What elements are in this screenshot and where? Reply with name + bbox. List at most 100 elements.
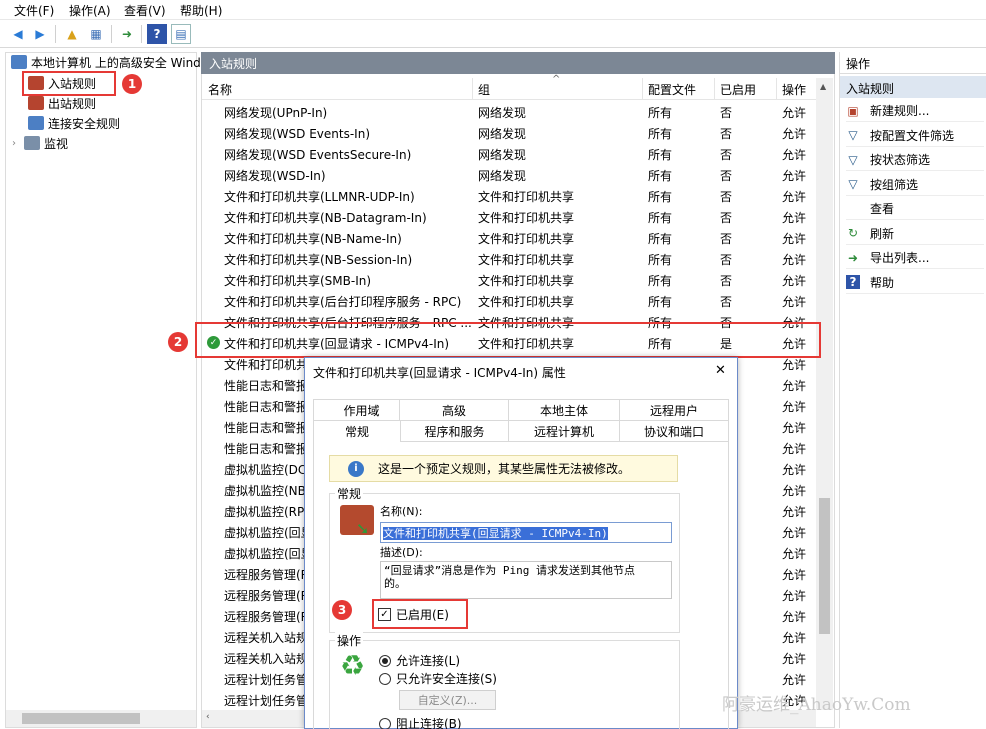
rule-name: 文件和打印机共享(SMB-In) xyxy=(224,274,372,288)
table-row[interactable]: 网络发现(WSD Events-In) 网络发现 所有 否 允许 xyxy=(202,122,816,143)
customize-button[interactable]: 自定义(Z)... xyxy=(399,690,496,710)
radio-secure[interactable]: 只允许安全连接(S) xyxy=(379,670,497,687)
table-row[interactable]: 文件和打印机共享(NB-Session-In) 文件和打印机共享 所有 否 允许 xyxy=(202,248,816,269)
tab-programs-services[interactable]: 程序和服务 xyxy=(400,420,509,442)
action-label: 按配置文件筛选 xyxy=(870,128,955,143)
menu-view[interactable]: 查看(V) xyxy=(124,2,166,19)
action-filter-profile[interactable]: ▽ 按配置文件筛选 xyxy=(846,125,984,147)
rule-profile: 所有 xyxy=(648,190,673,204)
rule-action: 允许 xyxy=(782,232,807,246)
radio-allow-label: 允许连接(L) xyxy=(396,654,461,668)
export-icon: ➜ xyxy=(847,250,859,265)
table-row[interactable]: 文件和打印机共享(SMB-In) 文件和打印机共享 所有 否 允许 xyxy=(202,269,816,290)
rule-action: 允许 xyxy=(782,211,807,225)
up-folder-icon[interactable]: ▲ xyxy=(62,24,82,44)
menu-help[interactable]: 帮助(H) xyxy=(180,2,222,19)
tree-item-outbound-rules[interactable]: 出站规则 xyxy=(28,93,96,113)
action-filter-group[interactable]: ▽ 按组筛选 xyxy=(846,174,984,196)
panel-title: 入站规则 xyxy=(201,52,835,74)
actions-title: 操作 xyxy=(840,52,986,74)
rule-group: 文件和打印机共享 xyxy=(478,190,575,204)
action-export-list[interactable]: ➜ 导出列表... xyxy=(846,247,984,269)
filter-icon: ▽ xyxy=(848,128,858,142)
rule-name: 文件和打印机共享(NB-Name-In) xyxy=(224,232,402,246)
outbound-rules-icon xyxy=(28,96,44,110)
rule-profile: 所有 xyxy=(648,148,673,162)
show-action-pane-icon[interactable]: ▤ xyxy=(171,24,191,44)
action-help[interactable]: ? 帮助 xyxy=(846,272,984,294)
expand-chevron-icon[interactable]: › xyxy=(12,138,24,149)
description-field[interactable]: “回显请求”消息是作为 Ping 请求发送到其他节点的。 xyxy=(380,561,672,599)
action-label: 查看 xyxy=(870,202,895,216)
show-tree-icon[interactable]: ▦ xyxy=(86,24,106,44)
monitor-icon xyxy=(24,136,40,150)
toolbar: ◀ ▶ ▲ ▦ ➜ ? ▤ xyxy=(0,20,986,48)
tab-local-principals[interactable]: 本地主体 xyxy=(508,399,620,421)
actions-section-inbound[interactable]: 入站规则 xyxy=(840,76,986,98)
tab-general[interactable]: 常规 xyxy=(313,420,401,442)
tab-remote-users[interactable]: 远程用户 xyxy=(619,399,729,421)
filter-icon: ▽ xyxy=(848,177,858,191)
tree-root[interactable]: 本地计算机 上的高级安全 Windows xyxy=(11,52,201,72)
action-filter-state[interactable]: ▽ 按状态筛选 xyxy=(846,149,984,171)
tab-protocols-ports[interactable]: 协议和端口 xyxy=(619,420,729,442)
column-action[interactable]: 操作 xyxy=(782,81,806,98)
name-field[interactable]: 文件和打印机共享(回显请求 - ICMPv4-In) xyxy=(380,522,672,543)
rule-name: 网络发现(UPnP-In) xyxy=(224,106,328,120)
tree-item-connection-security[interactable]: 连接安全规则 xyxy=(28,113,120,133)
rule-action: 允许 xyxy=(782,421,807,435)
tab-advanced[interactable]: 高级 xyxy=(399,399,509,421)
rule-profile: 所有 xyxy=(648,127,673,141)
rule-enabled: 否 xyxy=(720,211,733,225)
export-icon[interactable]: ➜ xyxy=(117,24,137,44)
menu-file[interactable]: 文件(F) xyxy=(14,2,54,19)
forward-arrow-icon[interactable]: ▶ xyxy=(30,24,50,44)
vertical-scrollbar[interactable]: ▲ xyxy=(816,78,833,710)
tab-scope[interactable]: 作用域 xyxy=(313,399,410,421)
tree-item-label: 连接安全规则 xyxy=(48,116,121,131)
rule-action: 允许 xyxy=(782,190,807,204)
action-new-rule[interactable]: ▣ 新建规则... xyxy=(846,100,984,122)
action-refresh[interactable]: ↻ 刷新 xyxy=(846,223,984,245)
tree-item-monitor[interactable]: › 监视 xyxy=(12,133,68,153)
radio-block[interactable]: 阻止连接(B) xyxy=(379,718,462,729)
table-row[interactable]: 网络发现(WSD EventsSecure-In) 网络发现 所有 否 允许 xyxy=(202,143,816,164)
table-row[interactable]: 文件和打印机共享(LLMNR-UDP-In) 文件和打印机共享 所有 否 允许 xyxy=(202,185,816,206)
table-row[interactable]: 网络发现(WSD-In) 网络发现 所有 否 允许 xyxy=(202,164,816,185)
radio-secure-label: 只允许安全连接(S) xyxy=(396,672,497,686)
rule-action: 允许 xyxy=(782,400,807,414)
column-enabled[interactable]: 已启用 xyxy=(720,81,756,98)
column-name[interactable]: 名称 xyxy=(208,81,232,98)
column-group[interactable]: 组 xyxy=(478,81,490,98)
general-group-label: 常规 xyxy=(335,485,364,502)
radio-allow[interactable]: 允许连接(L) xyxy=(379,652,460,669)
rule-action: 允许 xyxy=(782,253,807,267)
dialog-title: 文件和打印机共享(回显请求 - ICMPv4-In) 属性 xyxy=(313,366,566,380)
table-row[interactable]: 网络发现(UPnP-In) 网络发现 所有 否 允许 xyxy=(202,101,816,122)
rule-action: 允许 xyxy=(782,673,807,687)
action-view[interactable]: 查看 xyxy=(846,198,984,220)
menu-action[interactable]: 操作(A) xyxy=(69,2,111,19)
action-label: 新建规则... xyxy=(870,104,930,118)
radio-empty-icon xyxy=(379,718,391,729)
left-horizontal-scrollbar[interactable] xyxy=(6,710,196,727)
help-icon[interactable]: ? xyxy=(147,24,167,44)
tab-remote-computers[interactable]: 远程计算机 xyxy=(508,420,620,442)
rule-enabled: 否 xyxy=(720,253,733,267)
close-icon[interactable]: ✕ xyxy=(715,363,726,378)
table-row[interactable]: 文件和打印机共享(后台打印程序服务 - RPC) 文件和打印机共享 所有 否 允许 xyxy=(202,290,816,311)
back-arrow-icon[interactable]: ◀ xyxy=(8,24,28,44)
column-profile[interactable]: 配置文件 xyxy=(648,81,696,98)
rule-group: 文件和打印机共享 xyxy=(478,253,575,267)
rule-group: 网络发现 xyxy=(478,127,527,141)
column-header: 名称 组 ^ 配置文件 已启用 操作 xyxy=(202,74,816,100)
info-icon: i xyxy=(348,460,364,477)
rule-enabled: 否 xyxy=(720,148,733,162)
table-row[interactable]: 文件和打印机共享(NB-Name-In) 文件和打印机共享 所有 否 允许 xyxy=(202,227,816,248)
rule-action: 允许 xyxy=(782,568,807,582)
name-label: 名称(N): xyxy=(380,505,423,518)
refresh-icon: ↻ xyxy=(847,226,859,240)
table-row[interactable]: 文件和打印机共享(NB-Datagram-In) 文件和打印机共享 所有 否 允许 xyxy=(202,206,816,227)
rule-group: 网络发现 xyxy=(478,169,527,183)
filter-icon: ▽ xyxy=(848,152,858,167)
